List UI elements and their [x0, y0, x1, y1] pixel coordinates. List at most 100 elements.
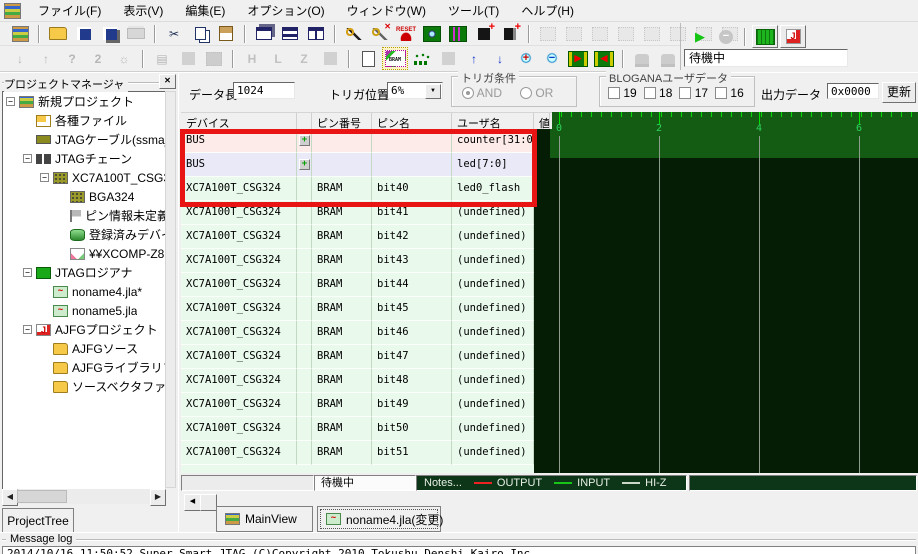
table-row[interactable]: XC7A100T_CSG324BRAMbit45(undefined)	[181, 297, 534, 321]
tree-item-15[interactable]: ソースベクタファイル	[3, 377, 165, 396]
waveform-probe-button[interactable]	[410, 48, 434, 69]
set-high-button[interactable]: H	[240, 48, 264, 69]
menu-item-4[interactable]: ウィンドウ(W)	[336, 0, 437, 21]
table-row[interactable]: XC7A100T_CSG324BRAMbit40led0_flash	[181, 177, 534, 201]
scroll-left-arrow-icon[interactable]: ◀	[2, 489, 18, 506]
placeholder-1-button[interactable]	[176, 48, 200, 69]
tree-item-6[interactable]: ピン情報未定義	[3, 206, 165, 225]
tree-item-1[interactable]: 各種ファイル	[3, 111, 165, 130]
menu-item-5[interactable]: ツール(T)	[437, 0, 510, 21]
tree-item-4[interactable]: −XC7A100T_CSG324	[3, 168, 165, 187]
table-row[interactable]: XC7A100T_CSG324BRAMbit44(undefined)	[181, 273, 534, 297]
table-row[interactable]: XC7A100T_CSG324BRAMbit50(undefined)	[181, 417, 534, 441]
bga-view-button[interactable]	[8, 23, 32, 44]
expand-bus-icon[interactable]: +	[299, 159, 310, 170]
table-row[interactable]: XC7A100T_CSG324BRAMbit48(undefined)	[181, 369, 534, 393]
expand-bus-icon[interactable]: +	[299, 135, 310, 146]
verify-button[interactable]: ?	[60, 48, 84, 69]
tree-item-11[interactable]: ~noname5.jla	[3, 301, 165, 320]
blogana-bit-18-checkbox[interactable]: 18	[644, 86, 673, 100]
radio-or[interactable]: OR	[520, 86, 553, 100]
move-up-button[interactable]: ↑	[462, 48, 486, 69]
notes-button[interactable]: Notes...	[424, 477, 462, 489]
tree-expander-icon[interactable]: −	[40, 173, 49, 182]
boundary-scan-view-button[interactable]	[420, 23, 444, 44]
close-panel-button[interactable]: ✕	[159, 74, 176, 89]
impact-2-button[interactable]	[656, 48, 680, 69]
column-header-値[interactable]: 値	[534, 113, 550, 129]
package-5-button[interactable]	[640, 23, 664, 44]
column-header-ピン名[interactable]: ピン名	[372, 113, 452, 129]
tree-expander-icon[interactable]: −	[23, 154, 32, 163]
zoom-in-button[interactable]: +	[514, 48, 538, 69]
menu-item-2[interactable]: 編集(E)	[174, 0, 236, 21]
placeholder-3-button[interactable]	[436, 48, 460, 69]
tile-vertical-button[interactable]	[304, 23, 328, 44]
program-button[interactable]: 2	[86, 48, 110, 69]
save-all-button[interactable]	[98, 23, 122, 44]
reset-button[interactable]: RESET	[394, 23, 418, 44]
disconnect-cable-button[interactable]	[368, 23, 392, 44]
scroll-right-arrow-icon[interactable]: ▶	[150, 489, 166, 506]
connect-cable-button[interactable]	[342, 23, 366, 44]
chevron-down-icon[interactable]: ▼	[425, 84, 441, 99]
tree-item-7[interactable]: 登録済みデバイス	[3, 225, 165, 244]
package-4-button[interactable]	[614, 23, 638, 44]
table-row[interactable]: XC7A100T_CSG324BRAMbit47(undefined)	[181, 345, 534, 369]
paste-button[interactable]	[214, 23, 238, 44]
impact-1-button[interactable]	[630, 48, 654, 69]
net-route-view-button[interactable]	[446, 23, 470, 44]
update-button[interactable]: 更新	[882, 82, 916, 103]
waveform-area[interactable]: 0246	[534, 112, 918, 473]
ajfg-button[interactable]: J	[780, 25, 806, 48]
tree-item-13[interactable]: AJFGソース	[3, 339, 165, 358]
upload-button[interactable]: ↑	[34, 48, 58, 69]
tree-item-3[interactable]: −JTAGチェーン	[3, 149, 165, 168]
menu-item-1[interactable]: 表示(V)	[112, 0, 174, 21]
package-2-button[interactable]	[562, 23, 586, 44]
set-hiz-button[interactable]: Z	[292, 48, 316, 69]
table-row[interactable]: BUS+led[7:0]	[181, 153, 534, 177]
add-device-button[interactable]	[472, 23, 496, 44]
download-button[interactable]: ↓	[8, 48, 32, 69]
tab-noname4[interactable]: ~ noname4.jla(変更)	[317, 506, 441, 532]
scrollbar-thumb[interactable]	[17, 490, 67, 503]
tab-main-view[interactable]: MainView	[216, 506, 313, 532]
menu-item-3[interactable]: オプション(O)	[236, 0, 335, 21]
tree-expander-icon[interactable]: −	[23, 325, 32, 334]
run-button[interactable]: ▶	[688, 26, 712, 47]
cut-button[interactable]: ✂	[162, 23, 186, 44]
add-device-list-button[interactable]	[498, 23, 522, 44]
open-project-button[interactable]	[46, 23, 70, 44]
table-row[interactable]: XC7A100T_CSG324BRAMbit49(undefined)	[181, 393, 534, 417]
column-header-ピン番号[interactable]: ピン番号	[312, 113, 372, 129]
move-down-button[interactable]: ↓	[488, 48, 512, 69]
column-header-expand[interactable]	[297, 113, 312, 129]
tree-item-0[interactable]: −新規プロジェクト	[3, 92, 165, 111]
tab-project-tree[interactable]: ProjectTree	[2, 508, 74, 532]
blogana-bit-16-checkbox[interactable]: 16	[715, 86, 744, 100]
print-button[interactable]	[124, 23, 148, 44]
cascade-windows-button[interactable]	[252, 23, 276, 44]
tree-item-8[interactable]: ¥¥XCOMP-Z87	[3, 244, 165, 263]
table-row[interactable]: XC7A100T_CSG324BRAMbit46(undefined)	[181, 321, 534, 345]
tree-item-14[interactable]: AJFGライブラリファイル	[3, 358, 165, 377]
blogana-bit-17-checkbox[interactable]: 17	[679, 86, 708, 100]
blank-check-button[interactable]: ☼	[112, 48, 136, 69]
menu-item-6[interactable]: ヘルプ(H)	[510, 0, 585, 21]
copy-button[interactable]	[188, 23, 212, 44]
tile-horizontal-button[interactable]	[278, 23, 302, 44]
tree-item-5[interactable]: BGA324	[3, 187, 165, 206]
stop-button[interactable]: −	[714, 26, 738, 47]
package-3-button[interactable]	[588, 23, 612, 44]
bram-view-button[interactable]: BRAM	[382, 47, 408, 70]
trigger-out-button[interactable]: ◀	[592, 48, 616, 69]
trigger-in-button[interactable]: ▶	[566, 48, 590, 69]
tree-horizontal-scrollbar[interactable]: ◀ ▶	[2, 489, 166, 504]
menu-item-0[interactable]: ファイル(F)	[27, 0, 112, 21]
tab-scroll-box[interactable]	[200, 494, 217, 511]
new-waveform-button[interactable]	[356, 48, 380, 69]
table-row[interactable]: XC7A100T_CSG324BRAMbit41(undefined)	[181, 201, 534, 225]
data-length-input[interactable]: 1024	[233, 82, 295, 99]
save-button[interactable]	[72, 23, 96, 44]
